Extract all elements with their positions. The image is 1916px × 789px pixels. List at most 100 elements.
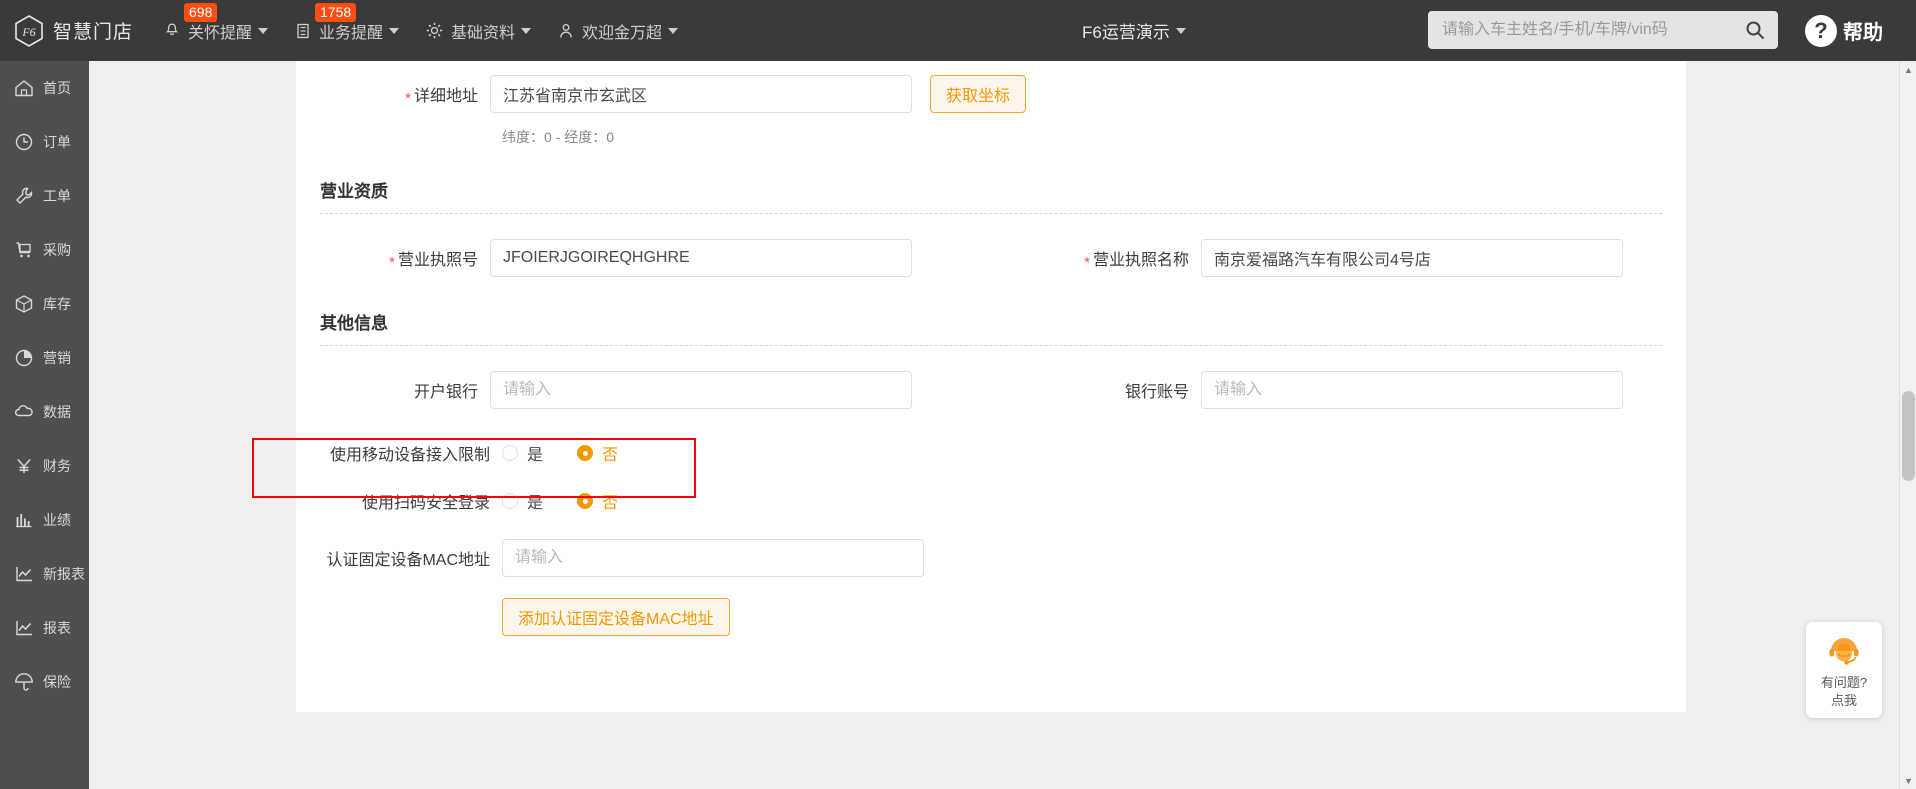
add-mac-address-button[interactable]: 添加认证固定设备MAC地址: [502, 598, 730, 636]
sidebar-item-inventory[interactable]: 库存: [0, 277, 89, 331]
nav-item-basic-data[interactable]: 基础资料: [412, 0, 544, 61]
page-scrollbar[interactable]: ▲ ▼: [1899, 61, 1916, 789]
form-row-address: *详细地址 获取坐标: [320, 75, 1662, 113]
scroll-down-arrow-icon[interactable]: ▼: [1900, 772, 1916, 789]
mobile-access-limit-label: 使用移动设备接入限制: [329, 447, 490, 464]
license-no-label-wrap: * 营业执照号: [320, 246, 490, 271]
address-label-wrap: * 详细地址: [320, 82, 490, 107]
sidebar-item-new-report[interactable]: 新报表: [0, 547, 89, 601]
bank-name-label: 开户银行: [413, 384, 478, 401]
chat-widget-text: 有问题? 点我: [1821, 674, 1867, 709]
search-input[interactable]: [1428, 21, 1732, 39]
sidebar-item-label: 业绩: [43, 512, 71, 528]
address-label: 详细地址: [413, 88, 478, 105]
clock-icon: [11, 129, 37, 155]
radio-unselected-icon: [502, 445, 518, 461]
radio-unselected-icon: [502, 493, 518, 509]
license-no-input-box[interactable]: [490, 239, 912, 277]
scrollbar-thumb[interactable]: [1902, 391, 1915, 481]
license-section: 营业资质: [320, 177, 1662, 214]
address-input[interactable]: [491, 76, 911, 112]
nav-item-label: 关怀提醒: [188, 24, 253, 42]
radio-label: 否: [602, 495, 619, 512]
chevron-down-icon: [389, 27, 400, 34]
mobile-access-limit-radio-group[interactable]: 是 否: [502, 441, 652, 465]
chat-widget-line2: 点我: [1830, 692, 1857, 708]
mobile-access-limit-option-yes[interactable]: 是: [502, 441, 543, 465]
top-header-bar: F6 智慧门店 关怀提醒 698 业务提醒 1758 基础资料 欢迎金万超 F6…: [0, 0, 1916, 61]
chevron-down-icon: [258, 27, 269, 34]
bank-account-input[interactable]: [1202, 372, 1622, 408]
nav-item-business-reminder[interactable]: 业务提醒 1758: [281, 0, 412, 61]
scan-secure-login-radio-group[interactable]: 是 否: [502, 489, 652, 513]
bar-chart-icon: [11, 507, 37, 533]
global-search[interactable]: [1428, 11, 1778, 49]
line-chart-icon: [11, 615, 37, 641]
mac-address-input[interactable]: [503, 540, 923, 576]
search-icon[interactable]: [1732, 11, 1778, 49]
brand-logo-area[interactable]: F6 智慧门店: [0, 14, 150, 48]
sidebar-item-label: 新报表: [43, 566, 85, 582]
address-input-box[interactable]: [490, 75, 912, 113]
nav-badge-count: 698: [184, 3, 218, 23]
question-mark-icon: ?: [1805, 14, 1837, 47]
coordinate-hint-text: 纬度：0 - 经度：0: [502, 129, 615, 145]
form-row-scan-secure-login: 使用扫码安全登录 是 否: [320, 489, 1662, 513]
mac-address-input-box[interactable]: [502, 539, 924, 577]
help-label: 帮助: [1843, 22, 1883, 44]
f6-logo-icon: F6: [12, 14, 46, 48]
sidebar-item-marketing[interactable]: 营销: [0, 331, 89, 385]
nav-item-user-welcome[interactable]: 欢迎金万超: [544, 0, 691, 61]
bank-name-input-box[interactable]: [490, 371, 912, 409]
sidebar-item-label: 报表: [43, 620, 71, 636]
mac-address-label: 认证固定设备MAC地址: [326, 552, 490, 569]
mobile-access-limit-option-no[interactable]: 否: [577, 441, 618, 465]
sidebar-item-label: 保险: [43, 674, 71, 690]
sidebar-item-label: 订单: [43, 134, 71, 150]
sidebar-item-label: 数据: [43, 404, 71, 420]
customer-service-chat-widget[interactable]: 有问题? 点我: [1806, 622, 1882, 718]
sidebar-item-label: 采购: [43, 242, 71, 258]
sidebar-item-home[interactable]: 首页: [0, 61, 89, 115]
scroll-up-arrow-icon[interactable]: ▲: [1900, 61, 1916, 78]
scan-secure-login-option-no[interactable]: 否: [577, 489, 618, 513]
radio-label: 是: [527, 495, 544, 512]
bank-name-input[interactable]: [491, 372, 911, 408]
sidebar-item-orders[interactable]: 订单: [0, 115, 89, 169]
left-sidebar: 首页 订单 工单 采购 库存 营销 数据 财务 业绩 新报表 报表 保险: [0, 61, 89, 789]
sidebar-item-insurance[interactable]: 保险: [0, 655, 89, 709]
sidebar-item-data[interactable]: 数据: [0, 385, 89, 439]
tenant-label: F6运营演示: [1082, 23, 1170, 42]
license-name-input[interactable]: [1202, 240, 1622, 276]
svg-text:F6: F6: [21, 25, 35, 39]
sidebar-item-purchase[interactable]: 采购: [0, 223, 89, 277]
main-content-area: *详细地址 获取坐标 纬度：0 - 经度：0 营业资质: [89, 61, 1916, 789]
brand-title: 智慧门店: [53, 22, 134, 43]
chevron-down-icon: [668, 27, 679, 34]
bell-icon: [163, 22, 181, 40]
license-name-label: 营业执照名称: [1092, 252, 1189, 269]
nav-item-care-reminder[interactable]: 关怀提醒 698: [150, 0, 281, 61]
license-name-input-box[interactable]: [1201, 239, 1623, 277]
nav-item-label: 基础资料: [451, 24, 516, 42]
sidebar-item-performance[interactable]: 业绩: [0, 493, 89, 547]
required-asterisk: *: [389, 254, 395, 271]
radio-selected-icon: [577, 493, 594, 509]
required-asterisk: *: [405, 90, 411, 107]
bank-account-label: 银行账号: [1124, 384, 1189, 401]
form-row-bank: 开户银行 银行账号: [320, 371, 1662, 409]
headset-agent-icon: [1824, 631, 1864, 672]
line-chart-icon: [11, 561, 37, 587]
list-document-icon: [294, 22, 312, 40]
bank-account-input-box[interactable]: [1201, 371, 1623, 409]
sidebar-item-work-order[interactable]: 工单: [0, 169, 89, 223]
radio-label: 是: [527, 447, 544, 464]
scan-secure-login-option-yes[interactable]: 是: [502, 489, 543, 513]
sidebar-item-report[interactable]: 报表: [0, 601, 89, 655]
cloud-icon: [11, 399, 37, 425]
tenant-selector[interactable]: F6运营演示: [1082, 0, 1186, 61]
help-button[interactable]: ? 帮助: [1805, 0, 1883, 61]
license-no-input[interactable]: [491, 240, 911, 276]
sidebar-item-finance[interactable]: 财务: [0, 439, 89, 493]
get-coordinate-button[interactable]: 获取坐标: [930, 75, 1027, 113]
